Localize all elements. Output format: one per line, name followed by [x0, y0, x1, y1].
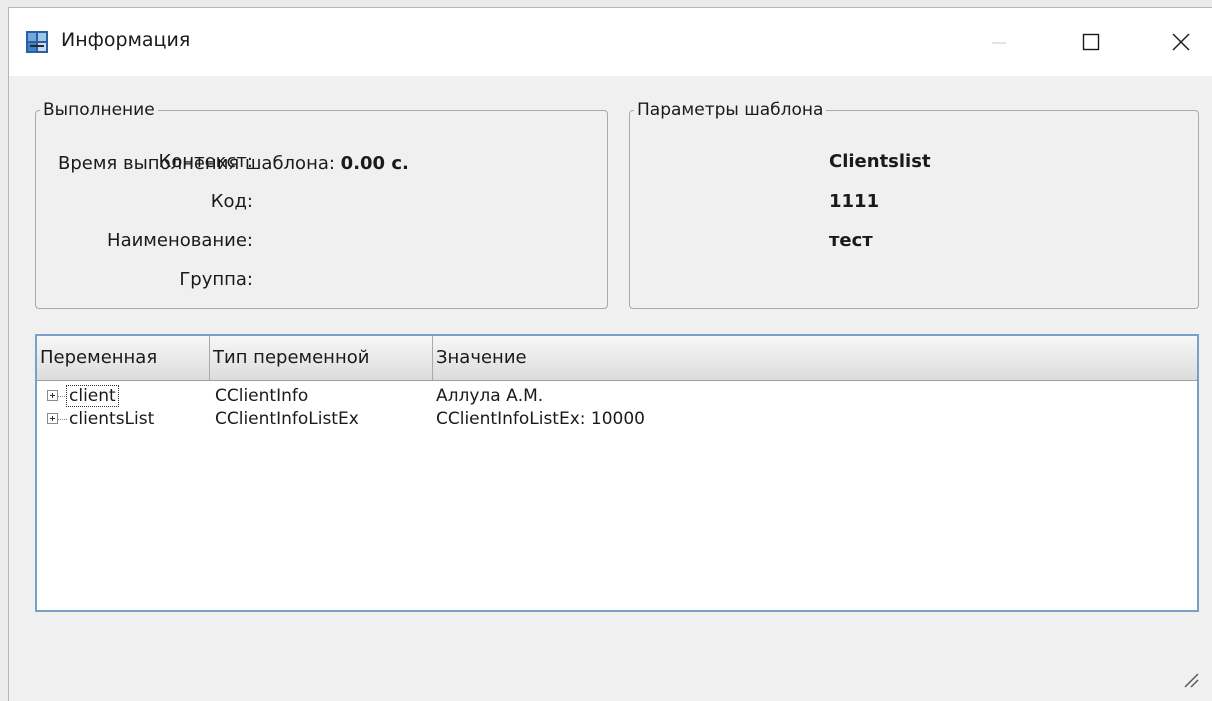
- maximize-icon: [1082, 33, 1100, 51]
- resize-grip-icon[interactable]: [1179, 668, 1199, 688]
- param-value: 1111: [829, 191, 880, 212]
- info-window: Информация Выполнение Время выполнения ш…: [8, 7, 1212, 701]
- column-header-variable[interactable]: Переменная: [37, 336, 210, 380]
- tree-cell-name: client: [66, 385, 119, 407]
- tree-cell-type: CClientInfoListEx: [215, 409, 359, 429]
- tree-row[interactable]: clientsList CClientInfoListEx CClientInf…: [37, 409, 1197, 431]
- tree-connector: [58, 396, 67, 397]
- param-value: тест: [829, 230, 873, 251]
- param-value: Clientslist: [829, 151, 931, 172]
- template-params-groupbox: Параметры шаблона Контекст: Clientslist …: [107, 98, 1199, 309]
- execution-groupbox: Выполнение Время выполнения шаблона: 0.0…: [35, 98, 608, 309]
- tree-cell-value: CClientInfoListEx: 10000: [436, 409, 645, 429]
- expand-icon[interactable]: [47, 413, 58, 424]
- column-header-value[interactable]: Значение: [433, 336, 1197, 380]
- variables-tree[interactable]: Переменная Тип переменной Значение clien…: [35, 334, 1199, 612]
- close-icon: [1172, 33, 1190, 51]
- tree-cell-name: clientsList: [69, 409, 155, 429]
- maximize-button[interactable]: [1061, 8, 1121, 76]
- param-label: Группа:: [179, 269, 253, 290]
- param-label: Наименование:: [107, 230, 253, 251]
- close-button[interactable]: [1151, 8, 1211, 76]
- expand-icon[interactable]: [47, 390, 58, 401]
- window-title: Информация: [61, 29, 191, 51]
- param-label: Контекст:: [158, 151, 253, 172]
- template-params-legend: Параметры шаблона: [634, 98, 827, 122]
- tree-cell-value: Аллула А.М.: [436, 386, 544, 406]
- column-header-type[interactable]: Тип переменной: [210, 336, 433, 380]
- minimize-icon: [992, 42, 1006, 44]
- app-icon: [26, 31, 48, 53]
- tree-header: Переменная Тип переменной Значение: [37, 336, 1197, 381]
- execution-legend: Выполнение: [40, 98, 158, 122]
- execution-time-value: 0.00 с.: [340, 153, 409, 174]
- tree-cell-type: CClientInfo: [215, 386, 309, 406]
- title-bar[interactable]: Информация: [9, 8, 1212, 76]
- tree-connector: [58, 419, 67, 420]
- minimize-button[interactable]: [969, 8, 1029, 76]
- param-label: Код:: [210, 191, 253, 212]
- tree-row[interactable]: client CClientInfo Аллула А.М.: [37, 385, 1197, 408]
